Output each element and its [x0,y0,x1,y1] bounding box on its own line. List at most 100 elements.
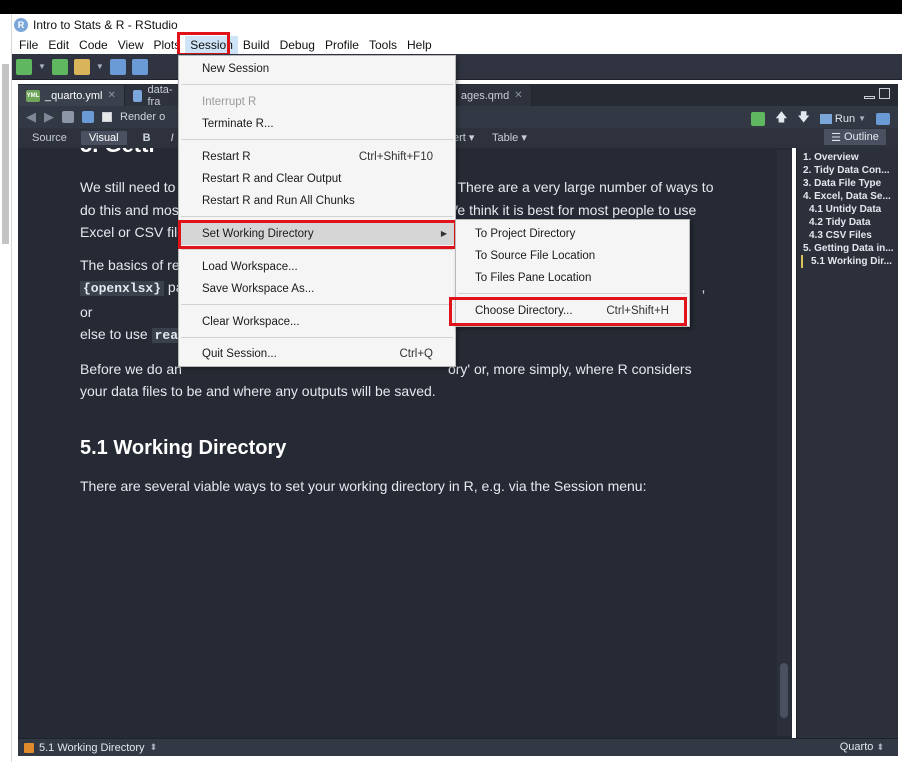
outline-item[interactable]: 3. Data File Type [801,177,894,190]
menu-item-save-workspace[interactable]: Save Workspace As... [179,278,455,300]
inline-code: {openxlsx} [80,281,165,296]
text: your data files to be and where any outp… [80,383,436,399]
tab-ages-qmd[interactable]: ages.qmd ✕ [458,85,532,106]
back-arrow-icon[interactable]: ◀ [26,109,36,125]
run-button[interactable]: Run ▼ [819,113,866,125]
show-in-window-icon[interactable] [62,111,74,123]
new-project-icon[interactable] [51,58,68,75]
menu-view[interactable]: View [113,36,149,54]
menu-code[interactable]: Code [74,36,113,54]
rstudio-logo-icon: R [14,18,28,32]
shortcut: Ctrl+Q [399,348,433,360]
new-file-caret-icon[interactable]: ▼ [38,62,46,71]
tab-label: ages.qmd [460,89,510,102]
menu-item-to-files-pane-location[interactable]: To Files Pane Location [456,267,689,289]
open-file-icon[interactable] [73,58,90,75]
editor-tabs: YML _quarto.yml ✕ data-fra ages.qmd ✕ [18,83,898,108]
outline-item[interactable]: 4.1 Untidy Data [801,203,894,216]
text: There are a very large number of ways to [457,179,714,195]
text: The basics of rea [80,256,188,273]
menu-item-quit-session[interactable]: Quit Session... Ctrl+Q [179,343,455,365]
go-up-icon[interactable]: 🡅 [775,108,787,129]
menu-item-to-source-file-location[interactable]: To Source File Location [456,245,689,267]
save-doc-icon[interactable] [82,111,94,123]
outline-item[interactable]: 5. Getting Data in... [801,242,894,255]
menu-item-interrupt-r[interactable]: Interrupt R [179,91,455,113]
yml-file-icon: YML [26,89,40,102]
main-toolbar: ▼ ▼ [12,54,902,80]
tab-quarto-yml[interactable]: YML _quarto.yml ✕ [18,85,125,106]
current-section[interactable]: 5.1 Working Directory [39,742,145,754]
bottom-margin [12,756,902,762]
source-mode-button[interactable]: Source [24,131,75,145]
table-menu-button[interactable]: Table ▾ [492,131,527,144]
save-icon[interactable] [109,58,126,75]
editor-toolbar: ◀ ▶ Render o 🡅 🡇 Run ▼ [18,106,898,128]
outline-item[interactable]: 2. Tidy Data Con... [801,164,894,177]
menu-item-new-session[interactable]: New Session [179,58,455,80]
left-scroll-thumb[interactable] [2,64,9,244]
new-file-icon[interactable] [16,58,32,75]
rerun-icon[interactable] [876,112,890,125]
menu-item-restart-run[interactable]: Restart R and Run All Chunks [179,190,455,212]
menu-bar: File Edit Code View Plots Session Build … [12,36,902,54]
menu-item-choose-directory[interactable]: Choose Directory... Ctrl+Shift+H [456,300,689,322]
editor-scroll-thumb[interactable] [780,663,788,718]
menu-item-restart-r[interactable]: Restart R Ctrl+Shift+F10 [179,146,455,168]
outline-toggle-button[interactable]: ☰ Outline [824,129,886,145]
outline-icon: ☰ [831,131,841,144]
left-scroll-strip [0,14,12,762]
section-caret-icon[interactable]: ⬍ [150,742,158,753]
close-tab-icon[interactable]: ✕ [107,90,115,101]
outline-item[interactable]: 1. Overview [801,151,894,164]
menu-profile[interactable]: Profile [320,36,364,54]
qmd-file-icon [132,89,143,102]
visual-mode-button[interactable]: Visual [80,131,127,145]
menu-build[interactable]: Build [238,36,275,54]
outline-item-current[interactable]: 5.1 Working Dir... [801,255,894,268]
outline-item[interactable]: 4.3 CSV Files [801,229,894,242]
window-title: Intro to Stats & R - RStudio [33,18,178,32]
render-on-save-checkbox[interactable] [102,112,112,122]
menu-item-terminate-r[interactable]: Terminate R... [179,113,455,135]
save-all-icon[interactable] [131,58,148,75]
menu-separator [181,304,453,305]
doc-type-selector[interactable]: Quarto ⬍ [840,741,884,753]
menu-item-load-workspace[interactable]: Load Workspace... [179,256,455,278]
editor-scrollbar[interactable] [777,150,791,736]
bold-button[interactable]: B [143,132,151,144]
menu-plots[interactable]: Plots [149,36,186,54]
menu-separator [181,139,453,140]
go-down-icon[interactable]: 🡇 [798,108,810,129]
menu-session[interactable]: Session [185,36,238,54]
menu-item-set-working-directory[interactable]: Set Working Directory ▶ [179,223,455,245]
outline-label: Outline [844,131,879,143]
menu-item-restart-clear[interactable]: Restart R and Clear Output [179,168,455,190]
insert-chunk-icon[interactable] [751,111,766,126]
text: do this and mos [80,201,179,218]
maximize-pane-icon[interactable] [879,88,890,99]
menu-item-clear-workspace[interactable]: Clear Workspace... [179,311,455,333]
menu-debug[interactable]: Debug [275,36,320,54]
menu-file[interactable]: File [14,36,43,54]
open-file-caret-icon[interactable]: ▼ [96,62,104,71]
text: We still need to [80,179,176,195]
insert-menu-button[interactable]: ert ▾ [453,131,474,144]
text: Excel or CSV files [80,224,193,240]
tab-label: data-fra [147,83,173,108]
minimize-pane-icon[interactable] [864,96,875,99]
text: Before we do an [80,360,182,377]
italic-button[interactable]: I [171,132,174,144]
item-label: Restart R [202,151,251,163]
outline-item[interactable]: 4. Excel, Data Se... [801,190,894,203]
menu-item-to-project-directory[interactable]: To Project Directory [456,223,689,245]
outline-item[interactable]: 4.2 Tidy Data [801,216,894,229]
forward-arrow-icon[interactable]: ▶ [44,109,54,125]
menu-tools[interactable]: Tools [364,36,402,54]
menu-edit[interactable]: Edit [43,36,74,54]
heading-working-directory: 5.1 Working Directory [80,436,287,459]
menu-help[interactable]: Help [402,36,437,54]
close-tab-icon[interactable]: ✕ [514,90,522,101]
editor-toolbar-right: 🡅 🡇 Run ▼ [751,108,890,129]
text: else to use [80,326,148,342]
